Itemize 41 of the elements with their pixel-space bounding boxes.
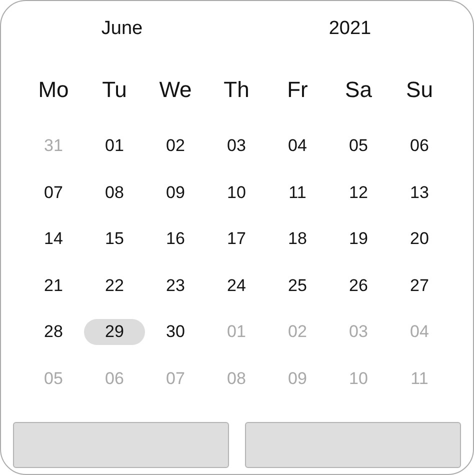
blank-button[interactable] (13, 422, 229, 468)
weekday-label: Su (406, 77, 433, 103)
weekday-label: Mo (38, 77, 69, 103)
day-cell[interactable]: 27 (389, 272, 450, 299)
day-cell[interactable]: 17 (206, 226, 267, 252)
day-cell[interactable]: 14 (23, 226, 84, 252)
day-cell[interactable]: 23 (145, 272, 206, 299)
day-cell[interactable]: 30 (145, 319, 206, 346)
weekday-label: We (159, 77, 192, 103)
weekday-label: Sa (345, 77, 372, 103)
day-cell[interactable]: 02 (145, 133, 206, 160)
day-cell[interactable]: 10 (206, 180, 267, 206)
day-cell[interactable]: 28 (23, 319, 84, 346)
day-cell[interactable]: 26 (328, 272, 389, 299)
weekday-label: Fr (287, 77, 308, 103)
day-cell[interactable]: 22 (84, 272, 145, 299)
day-cell[interactable]: 07 (23, 180, 84, 206)
day-cell[interactable]: 09 (145, 180, 206, 206)
day-cell[interactable]: 15 (84, 226, 145, 252)
day-cell[interactable]: 29 (84, 319, 145, 346)
day-cell[interactable]: 04 (267, 133, 328, 160)
day-cell[interactable]: 21 (23, 272, 84, 299)
day-cell[interactable]: 24 (206, 272, 267, 299)
day-cell[interactable]: 25 (267, 272, 328, 299)
day-cell[interactable]: 19 (328, 226, 389, 252)
day-cell[interactable]: 12 (328, 180, 389, 206)
day-cell[interactable]: 13 (389, 180, 450, 206)
weekday-label: Tu (102, 77, 127, 103)
day-cell[interactable]: 08 (84, 180, 145, 206)
day-cell[interactable]: 03 (206, 133, 267, 160)
day-cell[interactable]: 20 (389, 226, 450, 252)
weekday-label: Th (224, 77, 250, 103)
month-label[interactable]: June (101, 18, 143, 40)
day-cell[interactable]: 18 (267, 226, 328, 252)
day-cell[interactable]: 11 (267, 180, 328, 206)
blank-button[interactable] (245, 422, 461, 468)
day-cell[interactable]: 16 (145, 226, 206, 252)
day-cell[interactable]: 05 (328, 133, 389, 160)
day-cell[interactable]: 06 (389, 133, 450, 160)
year-label[interactable]: 2021 (328, 18, 372, 40)
day-cell[interactable]: 01 (84, 133, 145, 160)
